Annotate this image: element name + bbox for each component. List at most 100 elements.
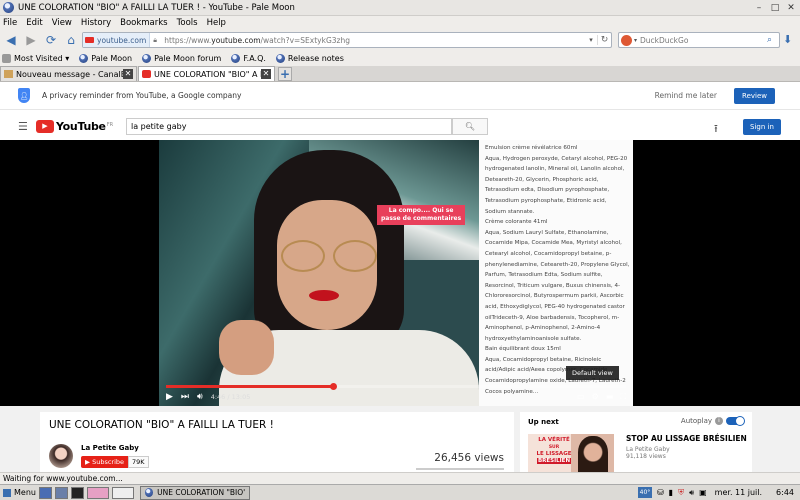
- thumbnail-text: LA VÉRITÉ SUR LE LISSAGE BRÉSILIEN: [536, 437, 572, 464]
- reload-icon[interactable]: ⟳: [42, 31, 60, 49]
- lock-icon: 🔒︎: [153, 35, 157, 44]
- sign-in-button[interactable]: Sign in: [743, 119, 781, 135]
- ingredient-line: Sodium stannate.: [485, 208, 535, 215]
- ingredient-line: hydrogenated lanolin, Mineral oil, Lanol…: [485, 166, 625, 173]
- video-player[interactable]: Emulsion crème révélatrice 60ml Aqua, Hyd…: [0, 140, 800, 406]
- next-icon[interactable]: ⏭: [181, 392, 189, 402]
- volume-icon[interactable]: 🔊︎: [197, 392, 203, 402]
- menu-bookmarks[interactable]: Bookmarks: [120, 18, 168, 28]
- bookmark-release-notes[interactable]: Release notes: [275, 53, 344, 63]
- bookmark-pale-moon-forum[interactable]: Pale Moon forum: [142, 53, 221, 63]
- quicklaunch-files-icon[interactable]: [54, 486, 68, 499]
- fullscreen-icon[interactable]: ⛶: [620, 392, 626, 402]
- network-icon[interactable]: ⛁: [657, 488, 664, 497]
- close-icon[interactable]: ✕: [784, 1, 798, 15]
- channel-info: La Petite Gaby ▶ Subscribe 79K: [49, 444, 149, 468]
- ingredient-line: Chlororesorcinol, Butyrospermum parkii, …: [485, 293, 624, 300]
- menu-bar: File Edit View History Bookmarks Tools H…: [0, 16, 800, 30]
- default-view-tooltip: Default view: [566, 366, 619, 380]
- start-menu-button[interactable]: Menu: [3, 488, 36, 497]
- youtube-logo[interactable]: ▶ YouTube FR: [36, 119, 113, 133]
- display-icon[interactable]: ▣: [699, 488, 707, 497]
- autoplay-toggle[interactable]: [726, 416, 745, 426]
- ingredient-line: Aqua, Cocamidopropyl betaine, Ricinoleic: [485, 356, 602, 363]
- ingredient-line: acid, Ethoxydiglycol, PEG-40 hydrogenate…: [485, 303, 625, 310]
- thumbnail-person: [578, 436, 608, 472]
- taskbar-window-button[interactable]: UNE COLORATION "BIO" A: [139, 485, 250, 500]
- hamburger-menu-icon[interactable]: ☰: [18, 120, 28, 133]
- bookmark-pale-moon[interactable]: Pale Moon: [79, 53, 132, 63]
- close-tab-icon[interactable]: ✕: [123, 69, 133, 79]
- minimize-icon[interactable]: –: [752, 1, 766, 15]
- new-tab-icon[interactable]: +: [278, 67, 292, 81]
- menu-view[interactable]: View: [52, 18, 72, 28]
- menu-edit[interactable]: Edit: [26, 18, 42, 28]
- quicklaunch-browser-icon[interactable]: [38, 486, 52, 499]
- quicklaunch-terminal-icon[interactable]: [70, 486, 84, 499]
- url-text[interactable]: https://www.youtube.com/watch?v=SExtykG3…: [164, 36, 585, 45]
- tab-canalblog[interactable]: Nouveau message - CanalBlog ✕: [0, 66, 137, 81]
- ingredient-line: Parfum, Tetrasodium Edta, Sodium sulfite…: [485, 272, 603, 279]
- site-identity[interactable]: youtube.com: [83, 33, 151, 47]
- ingredient-line: Tetrasodium pyrophosphate, Etidronic aci…: [485, 197, 607, 204]
- ingredient-line: Aqua, Sodium Lauryl Sulfate, Ethanolamin…: [485, 229, 609, 236]
- ingredient-line: Resorcinol, Triticum vulgare, Buxus chin…: [485, 282, 621, 289]
- home-icon[interactable]: ⌂: [62, 31, 80, 49]
- search-icon[interactable]: 🔍︎: [452, 118, 488, 135]
- ingredient-line: Cetearyl alcohol, Cocamidopropyl betaine…: [485, 250, 612, 257]
- search-engine-dropdown-icon[interactable]: ▾: [634, 37, 637, 44]
- menu-history[interactable]: History: [81, 18, 111, 28]
- volume-icon[interactable]: 🔊︎: [689, 488, 694, 498]
- progress-bar[interactable]: [166, 383, 626, 390]
- subscribe-button[interactable]: ▶ Subscribe: [81, 456, 129, 468]
- url-dropdown-icon[interactable]: ▾: [585, 36, 597, 44]
- url-reload-icon[interactable]: ↻: [597, 35, 611, 45]
- bookmark-faq[interactable]: F.A.Q.: [231, 53, 266, 63]
- bookmark-most-visited[interactable]: Most Visited ▾: [2, 53, 69, 63]
- address-bar[interactable]: youtube.com 🔒︎ https://www.youtube.com/w…: [82, 32, 612, 48]
- ingredient-line: phenylenediamine, Ceteareth-20, Propylen…: [485, 261, 630, 268]
- close-tab-icon[interactable]: ✕: [261, 69, 271, 79]
- up-next-thumbnail[interactable]: LA VÉRITÉ SUR LE LISSAGE BRÉSILIEN: [528, 434, 614, 472]
- menu-tools[interactable]: Tools: [177, 18, 198, 28]
- page-content: 👤︎ A privacy reminder from YouTube, a Go…: [0, 82, 800, 472]
- below-player: UNE COLORATION "BIO" A FAILLI LA TUER ! …: [0, 406, 800, 472]
- up-next-views: 91,118 views: [626, 453, 666, 460]
- up-next-title[interactable]: STOP AU LISSAGE BRÉSILIEN: [626, 434, 747, 443]
- subtitles-icon[interactable]: ▭: [577, 392, 585, 402]
- pale-moon-icon: [79, 53, 89, 63]
- quicklaunch-blank-icon[interactable]: [111, 486, 134, 499]
- info-icon[interactable]: i: [715, 417, 723, 425]
- pale-moon-icon: [231, 53, 241, 63]
- tab-youtube[interactable]: UNE COLORATION "BIO" A F... ✕: [138, 66, 275, 81]
- temperature-badge[interactable]: 40°: [637, 487, 652, 498]
- theater-mode-icon[interactable]: ▬: [606, 392, 614, 402]
- menu-help[interactable]: Help: [207, 18, 226, 28]
- quicklaunch-app-icon[interactable]: [86, 486, 109, 499]
- review-button[interactable]: Review: [734, 87, 775, 104]
- battery-icon[interactable]: ▮: [669, 488, 673, 497]
- update-icon[interactable]: ⛨: [678, 488, 684, 498]
- remind-me-later-button[interactable]: Remind me later: [655, 91, 717, 100]
- forward-icon[interactable]: ▶: [22, 31, 40, 49]
- menu-file[interactable]: File: [3, 18, 17, 28]
- search-bar[interactable]: ▾ DuckDuckGo ⌕: [618, 32, 780, 48]
- video-frame[interactable]: Emulsion crème révélatrice 60ml Aqua, Hyd…: [159, 140, 633, 406]
- youtube-favicon-icon: [85, 37, 94, 43]
- back-icon[interactable]: ◀: [2, 31, 20, 49]
- up-next-meta[interactable]: STOP AU LISSAGE BRÉSILIEN La Petite Gaby…: [626, 434, 747, 460]
- gear-icon[interactable]: ⚙: [592, 392, 599, 402]
- play-icon[interactable]: ▶: [166, 392, 173, 402]
- ingredient-line: Tetrasodium edta, Disodium pyrophosphate…: [485, 187, 610, 194]
- time-display: 4:46 / 13:05: [210, 393, 251, 401]
- youtube-search-input[interactable]: la petite gaby: [126, 118, 452, 135]
- video-callout: La compo.... Qui se passe de commentaire…: [377, 205, 466, 225]
- maximize-icon[interactable]: □: [768, 1, 782, 15]
- download-icon[interactable]: ⬇: [783, 33, 792, 46]
- avatar[interactable]: [49, 444, 73, 468]
- navigation-toolbar: ◀ ▶ ⟳ ⌂ youtube.com 🔒︎ https://www.youtu…: [0, 30, 800, 50]
- channel-name[interactable]: La Petite Gaby: [81, 444, 149, 452]
- upload-icon[interactable]: ⭱: [714, 120, 718, 139]
- search-go-icon[interactable]: ⌕: [767, 35, 779, 45]
- duckduckgo-icon[interactable]: [621, 34, 632, 46]
